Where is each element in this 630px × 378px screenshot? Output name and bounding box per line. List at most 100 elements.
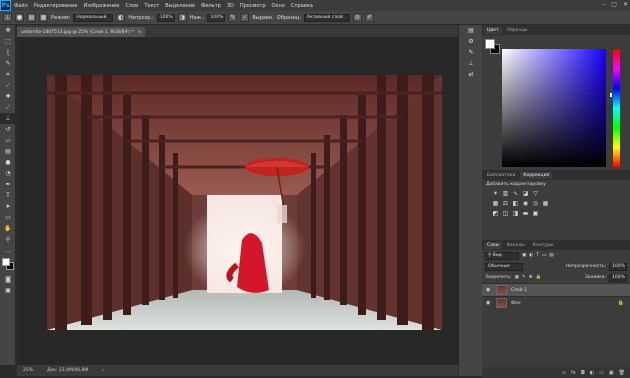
close-tab-icon[interactable]: × bbox=[138, 30, 142, 35]
healing-brush-tool-icon[interactable]: ✚ bbox=[0, 91, 16, 102]
menu-file[interactable]: Файл bbox=[11, 3, 31, 9]
sample-select[interactable]: Активный слой bbox=[303, 13, 350, 22]
airbrush-icon[interactable]: ✎ bbox=[228, 13, 238, 22]
menu-3d[interactable]: 3D bbox=[224, 3, 237, 9]
layer-filter-select[interactable]: ⚲ Вид bbox=[485, 251, 519, 260]
menu-view[interactable]: Просмотр bbox=[237, 3, 269, 9]
lock-paint-icon[interactable]: ✎ bbox=[522, 275, 526, 280]
properties-panel-icon[interactable]: ⚙ bbox=[459, 36, 483, 47]
brush-tool-icon[interactable]: ⟋ bbox=[0, 102, 16, 113]
menu-layers[interactable]: Слои bbox=[122, 3, 141, 9]
vibrance-icon[interactable]: ▽ bbox=[532, 190, 539, 197]
color-lookup-icon[interactable]: ▦ bbox=[542, 200, 549, 207]
color-picker-field[interactable] bbox=[502, 49, 606, 167]
menu-edit[interactable]: Редактирование bbox=[31, 3, 81, 9]
path-select-tool-icon[interactable]: ➤ bbox=[0, 201, 16, 212]
opacity-input[interactable]: 100% bbox=[156, 13, 175, 22]
quick-mask-icon[interactable]: ◙ bbox=[0, 274, 16, 285]
photo-filter-icon[interactable]: ◉ bbox=[522, 200, 529, 207]
hand-tool-icon[interactable]: ✋ bbox=[0, 223, 16, 234]
invert-icon[interactable]: ◩ bbox=[492, 210, 499, 217]
menu-help[interactable]: Справка bbox=[288, 3, 316, 9]
lock-pixels-icon[interactable]: ▦ bbox=[515, 275, 519, 280]
selective-color-icon[interactable]: ▣ bbox=[532, 210, 539, 217]
blur-tool-icon[interactable]: ● bbox=[0, 157, 16, 168]
type-tool-icon[interactable]: T bbox=[0, 190, 16, 201]
lock-move-icon[interactable]: ✥ bbox=[529, 275, 533, 280]
color-balance-icon[interactable]: ⚖ bbox=[502, 200, 509, 207]
flow-input[interactable]: 100% bbox=[207, 13, 226, 22]
posterize-icon[interactable]: ◫ bbox=[502, 210, 509, 217]
link-layers-icon[interactable]: ∞ bbox=[562, 370, 566, 376]
tab-paths[interactable]: Контуры bbox=[530, 242, 557, 249]
menu-window[interactable]: Окно bbox=[269, 3, 288, 9]
eraser-tool-icon[interactable]: ▱ bbox=[0, 135, 16, 146]
clone-source-icon[interactable]: ▦ bbox=[39, 13, 48, 22]
threshold-icon[interactable]: ◨ bbox=[512, 210, 519, 217]
brush-panel-icon-2[interactable]: ✎ bbox=[459, 47, 483, 58]
clone-source-panel-icon[interactable]: ⊥ bbox=[459, 58, 483, 69]
blend-mode-select[interactable]: Обычные bbox=[485, 262, 523, 271]
foreground-color-swatch[interactable] bbox=[2, 258, 10, 266]
filter-smart-icon[interactable]: ▤ bbox=[549, 253, 553, 258]
lasso-tool-icon[interactable]: ɭ bbox=[0, 47, 16, 58]
new-layer-icon[interactable]: ▣ bbox=[609, 370, 614, 376]
zoom-level[interactable]: 25% bbox=[23, 368, 33, 373]
color-swatches[interactable] bbox=[0, 256, 16, 274]
levels-icon[interactable]: ▥ bbox=[502, 190, 509, 197]
ignore-adjustment-icon[interactable]: ⊘ bbox=[352, 13, 362, 22]
channel-mixer-icon[interactable]: ◎ bbox=[532, 200, 539, 207]
gradient-map-icon[interactable]: ▬ bbox=[522, 210, 529, 217]
screen-mode-icon[interactable]: ▣ bbox=[0, 285, 16, 296]
hue-slider-marker[interactable] bbox=[610, 93, 612, 97]
layer-opacity-input[interactable]: 100% bbox=[609, 262, 627, 271]
history-panel-icon[interactable]: ▤ bbox=[459, 25, 483, 36]
filter-shape-icon[interactable]: ▭ bbox=[542, 253, 546, 258]
tab-libraries[interactable]: Библиотеки bbox=[484, 172, 518, 179]
paths-panel-icon[interactable]: ⇄ bbox=[459, 69, 483, 80]
dodge-tool-icon[interactable]: ◔ bbox=[0, 168, 16, 179]
fill-input[interactable]: 100% bbox=[609, 273, 627, 282]
quick-select-tool-icon[interactable]: ✎ bbox=[0, 58, 16, 69]
filter-type-icon[interactable]: T bbox=[536, 253, 539, 258]
hue-saturation-icon[interactable]: ▦ bbox=[492, 200, 499, 207]
brush-size-icon[interactable]: ● bbox=[15, 13, 24, 22]
hue-slider[interactable] bbox=[613, 49, 620, 167]
layer-row-layer1[interactable]: ◉ Слой 1 bbox=[482, 283, 630, 296]
delete-layer-icon[interactable]: 🗑 bbox=[619, 370, 625, 376]
lock-all-icon[interactable]: 🔒 bbox=[535, 275, 541, 280]
status-arrow-icon[interactable]: › bbox=[102, 368, 104, 373]
new-group-icon[interactable]: ▭ bbox=[599, 370, 604, 376]
clone-stamp-preset-icon[interactable]: ⊥ bbox=[3, 13, 12, 22]
layer-row-background[interactable]: ◉ Фон 🔒 bbox=[482, 296, 630, 309]
menu-select[interactable]: Выделение bbox=[162, 3, 198, 9]
layer-style-icon[interactable]: fx bbox=[571, 370, 576, 376]
black-white-icon[interactable]: ◧ bbox=[512, 200, 519, 207]
eye-icon[interactable]: ◉ bbox=[486, 287, 492, 293]
eyedropper-tool-icon[interactable]: ⟋ bbox=[0, 80, 16, 91]
exposure-icon[interactable]: ◪ bbox=[522, 190, 529, 197]
more-tools-icon[interactable]: … bbox=[0, 245, 16, 256]
add-mask-icon[interactable]: ◘ bbox=[581, 370, 585, 376]
tab-swatches[interactable]: Образцы bbox=[504, 27, 531, 34]
tab-channels[interactable]: Каналы bbox=[504, 242, 528, 249]
adjustment-layer-icon[interactable]: ◐ bbox=[590, 370, 594, 376]
panel-foreground-color[interactable] bbox=[485, 39, 495, 49]
tab-color[interactable]: Цвет bbox=[484, 26, 502, 34]
brightness-icon[interactable]: ☀ bbox=[492, 190, 499, 197]
crop-tool-icon[interactable]: ⌗ bbox=[0, 69, 16, 80]
pen-tool-icon[interactable]: ✒ bbox=[0, 179, 16, 190]
gradient-tool-icon[interactable]: ▤ bbox=[0, 146, 16, 157]
mode-select[interactable]: Нормальный bbox=[73, 13, 114, 22]
marquee-tool-icon[interactable]: ⬚ bbox=[0, 36, 16, 47]
filter-pixel-icon[interactable]: ▣ bbox=[522, 253, 526, 258]
menu-text[interactable]: Текст bbox=[141, 3, 162, 9]
zoom-tool-icon[interactable]: ⚲ bbox=[0, 234, 16, 245]
close-button[interactable]: ✕ bbox=[623, 1, 628, 8]
tab-layers[interactable]: Слои bbox=[484, 241, 502, 249]
clone-stamp-tool-icon[interactable]: ⊥ bbox=[0, 113, 16, 124]
brush-panel-icon[interactable]: ▤ bbox=[27, 13, 36, 22]
eye-icon[interactable]: ◉ bbox=[486, 300, 492, 306]
maximize-button[interactable]: ▢ bbox=[611, 1, 617, 8]
document-tab[interactable]: umbrella-1807513.jpg @ 25% (Слой 1, RGB/… bbox=[17, 27, 146, 37]
